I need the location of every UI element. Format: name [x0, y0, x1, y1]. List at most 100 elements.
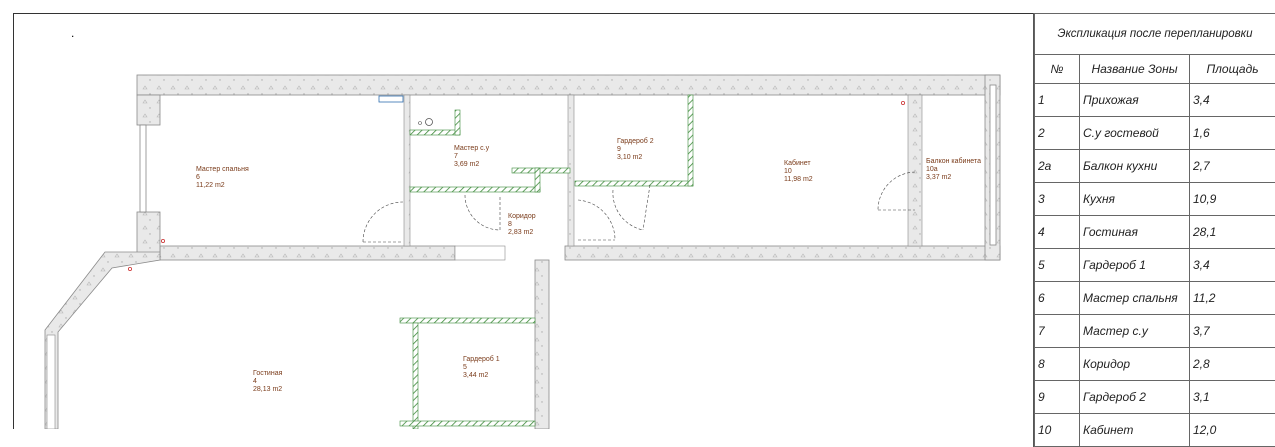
room-label-living-room: Гостиная 4 28,13 m2 — [253, 370, 282, 394]
cell-area: 2,7 — [1190, 150, 1275, 183]
cell-no: 7 — [1035, 315, 1080, 348]
cell-area: 28,1 — [1190, 216, 1275, 249]
room-label-master-bath: Мастер с.у 7 3,69 m2 — [454, 145, 489, 169]
room-number: 10 — [784, 168, 813, 176]
cell-name: Гостиная — [1080, 216, 1190, 249]
room-label-master-bedroom: Мастер спальня 6 11,22 m2 — [196, 166, 249, 190]
table-row: 1Прихожая3,4 — [1035, 84, 1275, 117]
toilet-fixture — [426, 119, 433, 126]
cell-no: 3 — [1035, 183, 1080, 216]
cell-no: 10 — [1035, 414, 1080, 447]
room-name: Коридор — [508, 213, 536, 221]
cell-area: 3,4 — [1190, 84, 1275, 117]
room-name: Гардероб 1 — [463, 356, 500, 364]
door-wardrobe2 — [578, 200, 615, 240]
explication-header-row: № Название Зоны Площадь — [1035, 55, 1275, 84]
cell-area: 3,1 — [1190, 381, 1275, 414]
table-row: 6Мастер спальня11,2 — [1035, 282, 1275, 315]
marker-living — [128, 267, 131, 270]
wall-master-left — [137, 95, 160, 125]
table-row: 3Кухня10,9 — [1035, 183, 1275, 216]
drywall-bath-vert — [535, 168, 540, 192]
room-number: 9 — [617, 146, 654, 154]
wall-corridor-opening — [455, 246, 505, 260]
corner-mark: . — [71, 26, 74, 40]
drywall-bath-side — [455, 110, 460, 135]
room-number: 10a — [926, 166, 981, 174]
room-label-wardrobe-1: Гардероб 1 5 3,44 m2 — [463, 356, 500, 380]
drywall-wardrobe1-left — [413, 323, 418, 429]
explication-title: Экспликация после перепланировки — [1035, 14, 1275, 55]
window-balcony — [990, 85, 996, 245]
interior-wall-bottom — [160, 246, 455, 260]
cell-no: 4 — [1035, 216, 1080, 249]
room-area: 11,98 m2 — [784, 176, 813, 184]
cell-area: 2,8 — [1190, 348, 1275, 381]
room-number: 6 — [196, 174, 249, 182]
explication-title-row: Экспликация после перепланировки — [1035, 14, 1275, 55]
drywall-wardrobe1-bottom — [400, 421, 535, 426]
cell-no: 2а — [1035, 150, 1080, 183]
room-area: 3,10 m2 — [617, 154, 654, 162]
room-number: 7 — [454, 153, 489, 161]
drywall-wardrobe2-right — [688, 95, 693, 186]
room-name: Мастер с.у — [454, 145, 489, 153]
table-row: 2аБалкон кухни2,7 — [1035, 150, 1275, 183]
table-row: 9Гардероб 23,1 — [1035, 381, 1275, 414]
door-bath — [465, 195, 500, 230]
explication-table: Экспликация после перепланировки № Назва… — [1033, 13, 1275, 447]
cell-no: 8 — [1035, 348, 1080, 381]
drywall-bath-top — [410, 130, 460, 135]
cell-name: Гардероб 2 — [1080, 381, 1190, 414]
room-number: 5 — [463, 364, 500, 372]
cell-no: 9 — [1035, 381, 1080, 414]
cell-name: Мастер спальня — [1080, 282, 1190, 315]
room-number: 8 — [508, 221, 536, 229]
door-master — [363, 202, 403, 242]
cell-name: Балкон кухни — [1080, 150, 1190, 183]
drywall-bath-step — [512, 168, 570, 173]
wall-center-vertical — [535, 260, 549, 429]
room-area: 2,83 m2 — [508, 229, 536, 237]
room-name: Гостиная — [253, 370, 282, 378]
cell-area: 12,0 — [1190, 414, 1275, 447]
table-row: 4Гостиная28,1 — [1035, 216, 1275, 249]
room-area: 3,37 m2 — [926, 174, 981, 182]
cell-name: Мастер с.у — [1080, 315, 1190, 348]
interior-wall-bottom-right — [565, 246, 1000, 260]
room-label-corridor: Коридор 8 2,83 m2 — [508, 213, 536, 237]
room-area: 28,13 m2 — [253, 386, 282, 394]
room-area: 3,69 m2 — [454, 161, 489, 169]
table-row: 7Мастер с.у3,7 — [1035, 315, 1275, 348]
drywall-wardrobe2-bottom — [575, 181, 693, 186]
cell-no: 2 — [1035, 117, 1080, 150]
room-label-wardrobe-2: Гардероб 2 9 3,10 m2 — [617, 138, 654, 162]
cell-name: С.у гостевой — [1080, 117, 1190, 150]
marker-master — [161, 239, 164, 242]
floor-plan: . — [0, 0, 1034, 429]
drywall-wardrobe1-top — [400, 318, 535, 323]
cell-area: 11,2 — [1190, 282, 1275, 315]
cell-area: 1,6 — [1190, 117, 1275, 150]
cell-name: Гардероб 1 — [1080, 249, 1190, 282]
marker-study — [901, 101, 904, 104]
cell-name: Кухня — [1080, 183, 1190, 216]
table-row: 10Кабинет12,0 — [1035, 414, 1275, 447]
room-number: 4 — [253, 378, 282, 386]
header-area: Площадь — [1190, 55, 1275, 84]
room-name: Мастер спальня — [196, 166, 249, 174]
sink-fixture — [419, 122, 422, 125]
cell-no: 1 — [1035, 84, 1080, 117]
room-name: Гардероб 2 — [617, 138, 654, 146]
vent-block — [379, 96, 403, 102]
partition-study-balcony — [908, 95, 922, 246]
header-name: Название Зоны — [1080, 55, 1190, 84]
cell-area: 3,4 — [1190, 249, 1275, 282]
cell-name: Коридор — [1080, 348, 1190, 381]
cell-name: Прихожая — [1080, 84, 1190, 117]
room-label-study: Кабинет 10 11,98 m2 — [784, 160, 813, 184]
drywall-bath-bottom — [410, 187, 540, 192]
room-name: Балкон кабинета — [926, 158, 981, 166]
room-area: 11,22 m2 — [196, 182, 249, 190]
table-row: 5Гардероб 13,4 — [1035, 249, 1275, 282]
